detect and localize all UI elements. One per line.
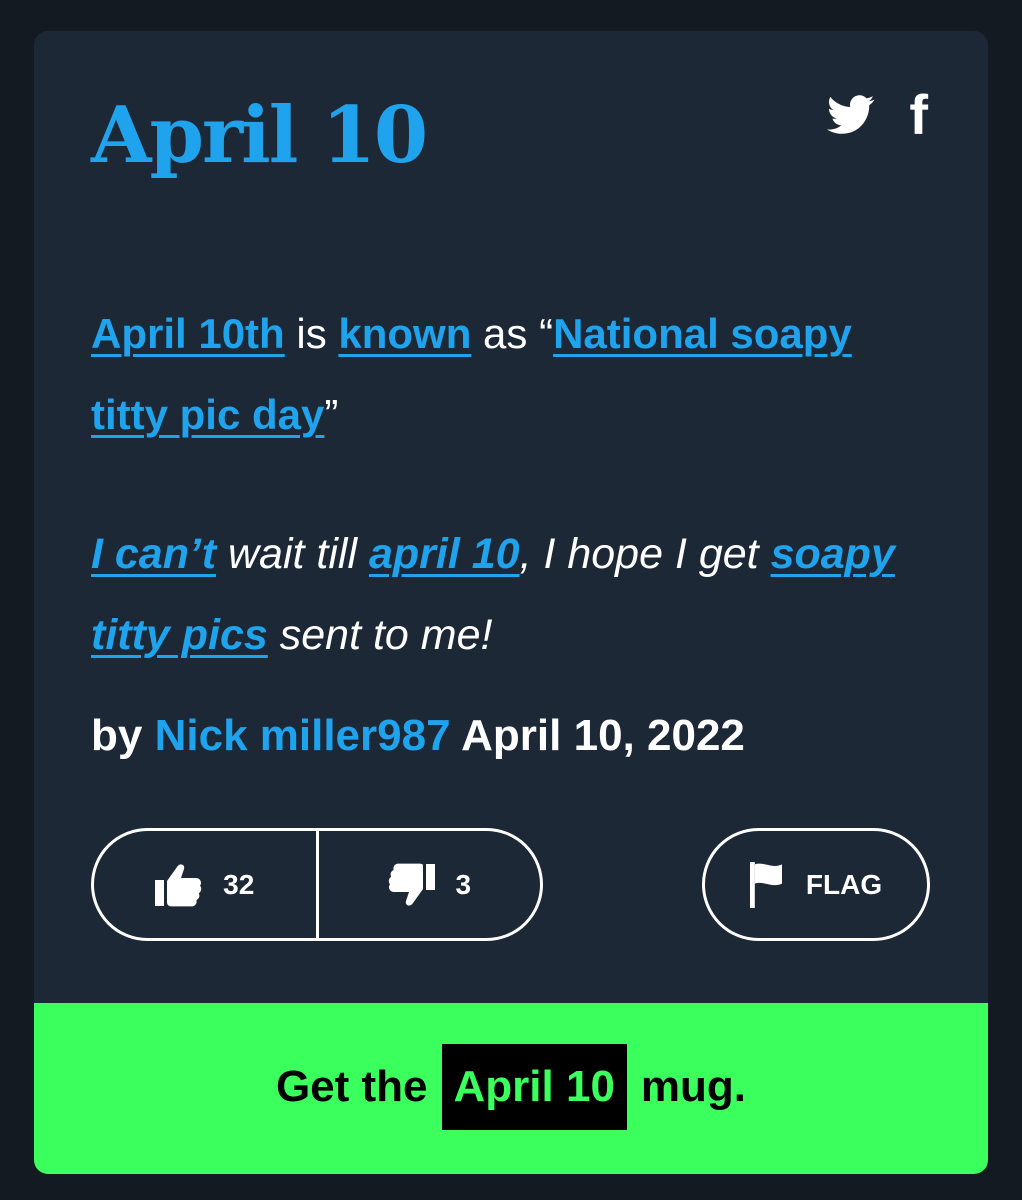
thumbs-down-icon [389,863,436,906]
downvote-count: 3 [455,868,472,900]
meaning-link-april-10th[interactable]: April 10th [91,310,285,357]
meaning-text: as “ [471,310,554,357]
mug-promo-bar[interactable]: Get the April 10 mug. [34,1003,988,1174]
meaning-link-known[interactable]: known [338,310,471,357]
author-link[interactable]: Nick miller987 [155,711,451,760]
facebook-share-button[interactable]: f [909,87,928,143]
definition-card: April 10 f April 10th is known as “Natio… [34,31,988,1174]
meaning-text: is [284,310,339,357]
meaning-text: ” [324,391,339,438]
byline-date: April 10, 2022 [461,711,745,760]
definition-title[interactable]: April 10 [91,90,428,181]
twitter-share-button[interactable] [827,95,875,135]
share-buttons: f [827,87,928,143]
facebook-icon: f [909,83,928,146]
example-text: wait till [216,530,369,578]
byline-prefix: by [91,711,143,760]
contributor-byline: by Nick miller987 April 10, 2022 [91,708,745,764]
thumbs-up-icon [155,863,202,906]
downvote-button[interactable]: 3 [319,831,541,938]
example-text: sent to me! [267,611,493,659]
flag-label: FLAG [805,868,883,900]
mug-term-badge: April 10 [441,1043,627,1130]
flag-icon [749,861,782,908]
definition-example: I can’t wait till april 10, I hope I get… [91,514,931,676]
definition-title-text[interactable]: April 10 [91,90,428,181]
vote-buttons: 32 3 [91,828,543,941]
mug-suffix: mug. [640,1061,747,1111]
upvote-button[interactable]: 32 [94,831,316,938]
example-link-april-10[interactable]: april 10 [369,530,520,578]
mug-prefix: Get the [275,1061,428,1111]
twitter-icon [827,95,875,134]
upvote-count: 32 [223,868,255,900]
flag-button[interactable]: FLAG [702,828,930,941]
definition-meaning: April 10th is known as “National soapy t… [91,293,911,455]
example-link-i-cant[interactable]: I can’t [91,530,216,578]
example-text: , I hope I get [519,530,771,578]
mug-promo-link[interactable]: Get the April 10 mug. [275,1043,747,1130]
